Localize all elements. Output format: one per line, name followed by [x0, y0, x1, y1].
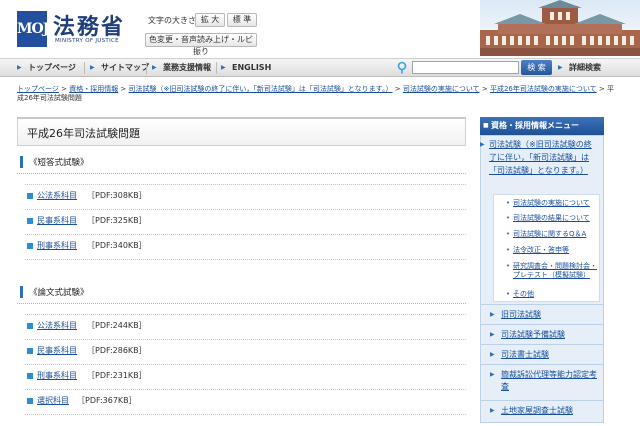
page-title-box: 平成26年司法試験問題	[17, 117, 466, 146]
sidebar-item-preliminary-exam[interactable]: 司法試験予備試験	[480, 325, 604, 345]
pdf-link[interactable]: 刑事系科目	[37, 370, 77, 382]
pdf-file-row: 選択科目 ［PDF:367KB］	[25, 395, 466, 412]
sidebar-item-land-surveyor[interactable]: 土地家屋調査士試験	[480, 401, 604, 423]
nav-english[interactable]: ENGLISH	[220, 59, 271, 77]
file-size: ［PDF:308KB］	[87, 191, 147, 200]
standard-text-button[interactable]: 標 準	[227, 13, 257, 27]
sidebar-item-summary-court-exam[interactable]: 簡裁訴訟代理等能力認定考査	[480, 365, 604, 401]
pdf-link[interactable]: 公法系科目	[37, 190, 77, 202]
sidebar-item-old-bar-exam[interactable]: 旧司法試験	[480, 305, 604, 325]
breadcrumb-link[interactable]: 平成26年司法試験の実施について	[490, 85, 597, 93]
pdf-file-row: 民事系科目 ［PDF:286KB］	[25, 345, 466, 362]
sidebar-subitem[interactable]: 司法試験の結果について	[506, 214, 597, 223]
pdf-link[interactable]: 選択科目	[37, 395, 69, 407]
nav-divider	[146, 62, 147, 74]
bullet-icon	[27, 193, 33, 199]
moj-logo[interactable]: MOJ	[17, 11, 49, 47]
file-size: ［PDF:286KB］	[87, 346, 147, 355]
sidebar-subitem[interactable]: 法令改正・答申等	[506, 246, 597, 255]
nav-divider	[216, 62, 217, 74]
breadcrumb-link[interactable]: 司法試験（※旧司法試験の終了に伴い，「新司法試験」は「司法試験」となります。）	[129, 85, 393, 93]
section-heading-essay: 《論文式試験》	[17, 284, 466, 304]
breadcrumb-link[interactable]: トップページ	[17, 85, 59, 93]
sidebar-subitem[interactable]: その他	[506, 290, 597, 299]
bullet-icon	[27, 348, 33, 354]
breadcrumb-link[interactable]: 司法試験の実施について	[403, 85, 480, 93]
search-icon	[397, 61, 407, 74]
bullet-icon	[27, 373, 33, 379]
pdf-file-row: 公法系科目 ［PDF:308KB］	[25, 190, 466, 207]
building-image	[480, 0, 640, 56]
breadcrumb: トップページ > 資格・採用情報 > 司法試験（※旧司法試験の終了に伴い，「新司…	[17, 85, 614, 102]
sidebar-subitem[interactable]: 司法試験に関するQ＆A	[506, 230, 597, 239]
building-illustration	[480, 0, 640, 56]
section-heading-text: 《短答式試験》	[29, 158, 89, 168]
file-size: ［PDF:367KB］	[77, 396, 137, 405]
font-size-label: 文字の大きさ	[148, 16, 196, 25]
sidebar-item-shihou-shiken[interactable]: 司法試験（※旧司法試験の終了に伴い，「新司法試験」は「司法試験」となります。）	[480, 138, 599, 177]
advanced-search-link[interactable]: 詳細検索	[558, 58, 601, 77]
pdf-file-row: 刑事系科目 ［PDF:231KB］	[25, 370, 466, 387]
pdf-link[interactable]: 公法系科目	[37, 320, 77, 332]
search-input[interactable]	[412, 61, 519, 74]
nav-sitemap[interactable]: サイトマップ	[89, 59, 149, 77]
file-size: ［PDF:244KB］	[87, 321, 147, 330]
bullet-icon	[27, 243, 33, 249]
nav-top-page[interactable]: トップページ	[16, 59, 76, 77]
pdf-file-row: 公法系科目 ［PDF:244KB］	[25, 320, 466, 337]
pdf-link[interactable]: 刑事系科目	[37, 240, 77, 252]
file-size: ［PDF:231KB］	[87, 371, 147, 380]
sidebar-subitem[interactable]: 研究調査会・問題検討会・プレテスト（模擬試験）	[506, 262, 597, 280]
section-heading-text: 《論文式試験》	[29, 288, 89, 298]
pdf-file-row: 刑事系科目 ［PDF:340KB］	[25, 240, 466, 257]
bullet-icon	[27, 323, 33, 329]
search-button[interactable]: 検 索	[521, 60, 552, 75]
file-size: ［PDF:325KB］	[87, 216, 147, 225]
site-title[interactable]: 法務省	[53, 9, 125, 41]
enlarge-text-button[interactable]: 拡 大	[195, 13, 225, 27]
site-subtitle: MINISTRY OF JUSTICE	[55, 38, 119, 44]
pdf-link[interactable]: 民事系科目	[37, 345, 77, 357]
breadcrumb-link[interactable]: 資格・採用情報	[69, 85, 118, 93]
bullet-icon	[27, 398, 33, 404]
sidebar-heading: 資格・採用情報メニュー	[480, 117, 604, 135]
site-header: MOJ 法務省 MINISTRY OF JUSTICE 文字の大きさ 拡 大 標…	[0, 0, 640, 56]
nav-divider	[84, 62, 85, 74]
sidebar-subitem[interactable]: 司法試験の実施について	[506, 199, 597, 208]
bullet-icon	[27, 218, 33, 224]
section-heading-short-answer: 《短答式試験》	[17, 154, 466, 174]
sidebar-item-judicial-scrivener[interactable]: 司法書士試験	[480, 345, 604, 365]
nav-business-support[interactable]: 業務支援情報	[151, 59, 211, 77]
pdf-link[interactable]: 民事系科目	[37, 215, 77, 227]
accessibility-button[interactable]: 色変更・音声読み上げ・ルビ振り	[145, 33, 257, 56]
file-size: ［PDF:340KB］	[87, 241, 147, 250]
pdf-file-row: 民事系科目 ［PDF:325KB］	[25, 215, 466, 232]
page-title: 平成26年司法試験問題	[27, 127, 140, 140]
